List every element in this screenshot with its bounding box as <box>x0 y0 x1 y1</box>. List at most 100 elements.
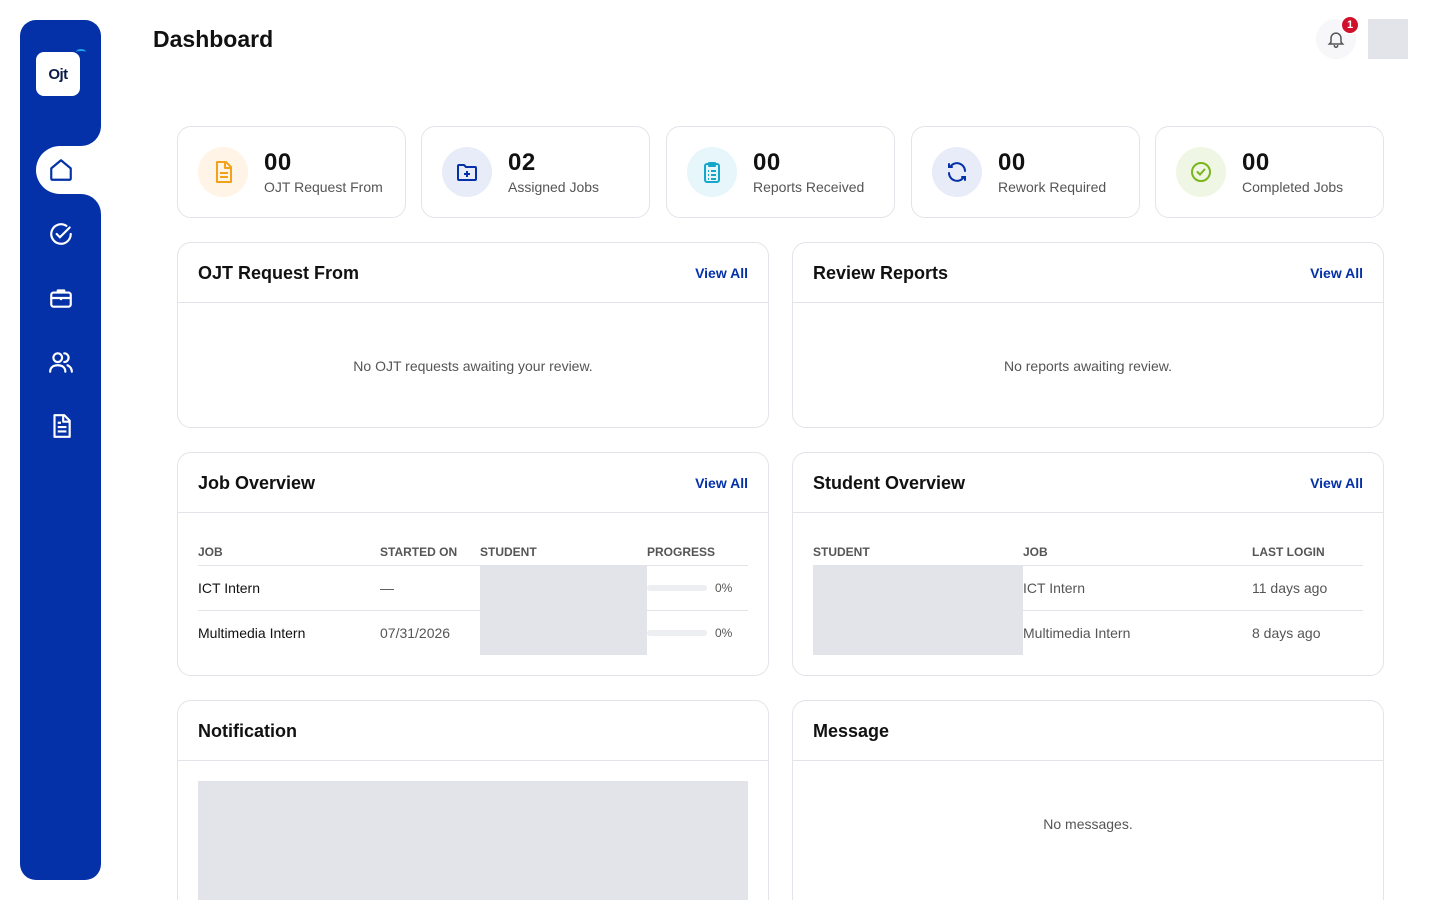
stat-card-assigned-jobs[interactable]: 02 Assigned Jobs <box>421 126 650 218</box>
table-row[interactable]: ICT Intern 11 days ago <box>813 565 1363 611</box>
column-header: STUDENT <box>813 539 1023 566</box>
stat-card-rework-required[interactable]: 00 Rework Required <box>911 126 1140 218</box>
sidebar-item-jobs[interactable] <box>20 274 101 322</box>
panel-title: OJT Request From <box>198 263 360 283</box>
stat-card-reports-received[interactable]: 00 Reports Received <box>666 126 895 218</box>
panel-header: Student Overview View All <box>793 453 1383 513</box>
empty-state-text: No reports awaiting review. <box>1003 358 1173 374</box>
panel-header: Message <box>793 701 1383 761</box>
progress-bar <box>647 584 707 591</box>
last-login-cell: 11 days ago <box>1252 565 1363 611</box>
stat-card-completed-jobs[interactable]: 00 Completed Jobs <box>1155 126 1384 218</box>
job-overview-table: JOB STARTED ON STUDENT PROGRESS ICT Inte… <box>198 539 748 655</box>
page-title: Dashboard <box>153 26 274 52</box>
stat-value: 02 <box>508 149 536 176</box>
student-overview-table: STUDENT JOB LAST LOGIN ICT Intern 11 day… <box>813 539 1363 655</box>
logo-swoosh-icon <box>76 49 86 55</box>
refresh-icon <box>948 162 966 182</box>
job-cell: Multimedia Intern <box>198 624 306 641</box>
stat-label: Rework Required <box>998 179 1107 195</box>
empty-state-text: No OJT requests awaiting your review. <box>353 358 593 374</box>
progress-cell: 0% <box>647 565 748 611</box>
sidebar-item-students[interactable] <box>20 338 101 386</box>
progress-bar <box>647 629 707 636</box>
stat-icon-wrap <box>687 147 737 197</box>
users-icon <box>49 352 73 373</box>
column-header: JOB <box>1023 539 1252 566</box>
student-cell <box>813 565 1023 611</box>
table-header-row: STUDENT JOB LAST LOGIN <box>813 539 1363 566</box>
started-on-cell: — <box>380 565 480 611</box>
job-cell: ICT Intern <box>1023 565 1252 611</box>
stat-value: 00 <box>1242 149 1270 176</box>
stat-value: 00 <box>998 149 1026 176</box>
panel-header: Notification <box>178 701 768 761</box>
empty-state-text: No messages. <box>1043 816 1133 832</box>
sidebar-item-tasks[interactable] <box>20 210 101 258</box>
job-overview-panel: Job Overview View All JOB STARTED ON STU… <box>177 452 769 676</box>
progress-cell: 0% <box>647 610 748 655</box>
stat-icon-wrap <box>1176 147 1226 197</box>
table-row[interactable]: Multimedia Intern 07/31/2026 0% <box>198 610 748 655</box>
briefcase-icon <box>50 289 72 308</box>
column-header: STUDENT <box>480 539 647 566</box>
job-cell: Multimedia Intern <box>1023 624 1131 641</box>
table-row[interactable]: Multimedia Intern 8 days ago <box>813 610 1363 655</box>
stat-icon-wrap <box>442 147 492 197</box>
stat-label: Reports Received <box>753 179 865 195</box>
column-header: STARTED ON <box>380 539 480 566</box>
notification-badge: 1 <box>1340 15 1360 35</box>
table-row[interactable]: ICT Intern — 0% <box>198 565 748 611</box>
sidebar: Ojt <box>20 20 101 880</box>
clipboard-icon <box>704 162 720 183</box>
last-login-cell: 8 days ago <box>1252 624 1321 641</box>
app-logo[interactable]: Ojt <box>36 49 86 96</box>
document-icon <box>216 161 232 183</box>
view-all-link[interactable]: View All <box>1310 265 1363 281</box>
notification-placeholder <box>198 781 748 900</box>
stat-icon-wrap <box>198 147 248 197</box>
column-header: PROGRESS <box>647 539 748 566</box>
student-cell <box>480 565 647 611</box>
stat-icon-wrap <box>932 147 982 197</box>
stat-card-ojt-requests[interactable]: 00 OJT Request From <box>177 126 406 218</box>
sidebar-item-reports[interactable] <box>20 402 101 450</box>
panel-title: Student Overview <box>813 473 966 493</box>
panel-header: Job Overview View All <box>178 453 768 513</box>
document-icon <box>53 414 71 438</box>
view-all-link[interactable]: View All <box>695 475 748 491</box>
view-all-link[interactable]: View All <box>695 265 748 281</box>
progress-text: 0% <box>715 580 733 595</box>
check-circle-icon <box>50 223 72 245</box>
folder-plus-icon <box>457 164 477 181</box>
panel-header: OJT Request From View All <box>178 243 768 303</box>
avatar[interactable] <box>1368 19 1408 59</box>
home-icon <box>50 159 72 181</box>
student-cell <box>480 610 647 655</box>
stat-value: 00 <box>264 149 292 176</box>
review-reports-panel: Review Reports View All No reports await… <box>792 242 1384 428</box>
logo-text: Ojt <box>48 65 68 83</box>
job-cell: ICT Intern <box>198 565 380 611</box>
table-header-row: JOB STARTED ON STUDENT PROGRESS <box>198 539 748 566</box>
column-header: JOB <box>198 539 380 566</box>
notification-panel: Notification <box>177 700 769 900</box>
started-on-cell: 07/31/2026 <box>380 624 451 641</box>
stat-label: Completed Jobs <box>1242 179 1344 195</box>
check-circle-icon <box>1191 162 1211 182</box>
panel-title: Review Reports <box>813 263 949 283</box>
panel-title: Message <box>813 721 890 741</box>
panel-header: Review Reports View All <box>793 243 1383 303</box>
sidebar-item-home[interactable] <box>36 146 117 194</box>
stat-label: Assigned Jobs <box>508 179 600 195</box>
stat-label: OJT Request From <box>264 179 383 195</box>
student-overview-panel: Student Overview View All STUDENT JOB LA… <box>792 452 1384 676</box>
student-cell <box>813 610 1023 655</box>
progress-text: 0% <box>715 625 733 640</box>
view-all-link[interactable]: View All <box>1310 475 1363 491</box>
panel-title: Job Overview <box>198 473 316 493</box>
message-panel: Message No messages. <box>792 700 1384 900</box>
stat-value: 00 <box>753 149 781 176</box>
panel-title: Notification <box>198 721 297 741</box>
ojt-requests-panel: OJT Request From View All No OJT request… <box>177 242 769 428</box>
